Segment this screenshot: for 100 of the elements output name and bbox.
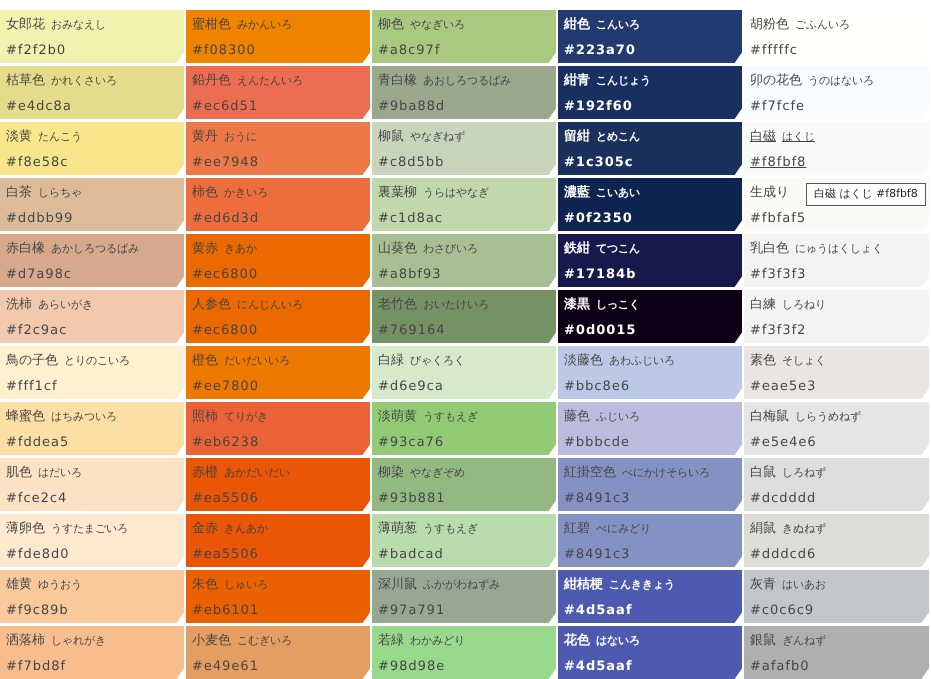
color-reading: にんじんいろ [237,297,303,313]
color-swatch[interactable]: 柿色 かきいろ #ed6d3d [186,178,370,231]
color-name: 洗柿 [6,296,32,314]
color-swatch[interactable]: 紅掛空色 べにかけそらいろ #8491c3 [558,458,742,511]
color-swatch[interactable]: 銀鼠 ぎんねず #afafb0 [744,626,929,679]
color-swatch[interactable]: 薄萌葱 うすもえぎ #badcad [372,514,556,567]
hex-code: #d7a98c [6,266,72,282]
color-swatch[interactable]: 淡萌黄 うすもえぎ #93ca76 [372,402,556,455]
color-swatch[interactable]: 蜂蜜色 はちみついろ #fddea5 [0,402,184,455]
color-name: 洒落柿 [6,632,45,650]
color-reading: とりのこいろ [64,353,130,369]
hex-code: #0f2350 [564,210,633,226]
color-swatch[interactable]: 花色 はないろ #4d5aaf [558,626,742,679]
color-swatch[interactable]: 柳染 やなぎぞめ #93b881 [372,458,556,511]
hex-code: #c1d8ac [378,210,443,226]
color-reading: こんいろ [596,17,640,33]
color-reading: しろねり [782,297,826,313]
color-swatch[interactable]: 鉄紺 てつこん #17184b [558,234,742,287]
color-swatch[interactable]: 素色 そしょく #eae5e3 [744,346,929,399]
color-swatch[interactable]: 漆黒 しっこく #0d0015 [558,290,742,343]
hex-code: #d6e9ca [378,378,444,394]
color-reading: はないろ [596,633,640,649]
color-name: 柳鼠 [378,128,404,146]
color-swatch[interactable]: 裏葉柳 うらはやなぎ #c1d8ac [372,178,556,231]
color-name: 紺色 [564,16,590,34]
color-swatch[interactable]: 白緑 びゃくろく #d6e9ca [372,346,556,399]
hex-code: #e4dc8a [6,98,72,114]
color-swatch[interactable]: 鳥の子色 とりのこいろ #fff1cf [0,346,184,399]
color-swatch[interactable]: 濃藍 こいあい #0f2350 [558,178,742,231]
color-name: 乳白色 [750,240,789,258]
color-swatch[interactable]: 枯草色 かれくさいろ #e4dc8a [0,66,184,119]
color-name: 赤橙 [192,464,218,482]
color-reading: あおしろつるばみ [423,73,511,89]
color-swatch[interactable]: 白練 しろねり #f3f3f2 [744,290,929,343]
hex-code: #17184b [564,266,636,282]
color-swatch[interactable]: 乳白色 にゅうはくしょく #f3f3f3 [744,234,929,287]
color-reading: えんたんいろ [237,73,303,89]
color-name: 胡粉色 [750,16,789,34]
color-swatch[interactable]: 留紺 とめこん #1c305c [558,122,742,175]
color-reading: きぬねず [782,521,826,537]
color-name: 女郎花 [6,16,45,34]
color-reading: こむぎいろ [237,633,292,649]
color-swatch[interactable]: 若緑 わかみどり #98d98e [372,626,556,679]
color-swatch[interactable]: 藤色 ふじいろ #bbbcde [558,402,742,455]
hex-code: #f7fcfe [750,98,806,114]
hex-code: #f8e58c [6,154,68,170]
color-swatch[interactable]: 絹鼠 きぬねず #dddcd6 [744,514,929,567]
color-name: 蜂蜜色 [6,408,45,426]
color-swatch[interactable]: 蜜柑色 みかんいろ #f08300 [186,10,370,63]
color-swatch[interactable]: 青白橡 あおしろつるばみ #9ba88d [372,66,556,119]
color-swatch[interactable]: 白鼠 しろねず #dcdddd [744,458,929,511]
color-reading: みかんいろ [237,17,292,33]
color-name: 白茶 [6,184,32,202]
color-swatch[interactable]: 洒落柿 しゃれがき #f7bd8f [0,626,184,679]
color-name: 赤白橡 [6,240,45,258]
color-reading: おうに [224,129,257,145]
color-swatch[interactable]: 白梅鼠 しらうめねず #e5e4e6 [744,402,929,455]
color-name: 黄赤 [192,240,218,258]
hex-code: #192f60 [564,98,633,114]
hex-code: #bbbcde [564,434,630,450]
color-reading: こんじょう [596,73,651,89]
color-swatch[interactable]: 雄黄 ゆうおう #f9c89b [0,570,184,623]
color-reading: かきいろ [224,185,268,201]
color-swatch[interactable]: 鉛丹色 えんたんいろ #ec6d51 [186,66,370,119]
color-swatch[interactable]: 小麦色 こむぎいろ #e49e61 [186,626,370,679]
color-swatch[interactable]: 白茶 しらちゃ #ddbb99 [0,178,184,231]
color-swatch[interactable]: 山葵色 わさびいろ #a8bf93 [372,234,556,287]
color-reading: わかみどり [410,633,465,649]
color-swatch[interactable]: 柳色 やなぎいろ #a8c97f [372,10,556,63]
color-swatch[interactable]: 卯の花色 うのはないろ #f7fcfe [744,66,929,119]
color-swatch[interactable]: 橙色 だいだいいろ #ee7800 [186,346,370,399]
color-name: 紺青 [564,72,590,90]
color-reading: はだいろ [38,465,82,481]
color-swatch[interactable]: 女郎花 おみなえし #f2f2b0 [0,10,184,63]
color-swatch[interactable]: 深川鼠 ふかがわねずみ #97a791 [372,570,556,623]
hex-code: #4d5aaf [564,602,632,618]
color-swatch[interactable]: 紺色 こんいろ #223a70 [558,10,742,63]
color-swatch[interactable]: 薄卵色 うすたまごいろ #fde8d0 [0,514,184,567]
color-reading: うらはやなぎ [423,185,489,201]
hex-code: #ee7948 [192,154,259,170]
color-reading: やなぎいろ [410,17,465,33]
color-swatch[interactable]: 赤白橡 あかしろつるばみ #d7a98c [0,234,184,287]
color-swatch[interactable]: 紺青 こんじょう #192f60 [558,66,742,119]
color-name: 雄黄 [6,576,32,594]
hex-code: #c0c6c9 [750,602,814,618]
color-swatch[interactable]: 灰青 はいあお #c0c6c9 [744,570,929,623]
color-swatch[interactable]: 白磁 はくじ #f8fbf8 [744,122,929,175]
color-swatch[interactable]: 洗柿 あらいがき #f2c9ac [0,290,184,343]
color-name: 白磁 [750,128,776,146]
color-swatch[interactable]: 紺桔梗 こんききょう #4d5aaf [558,570,742,623]
color-swatch[interactable]: 柳鼠 やなぎねず #c8d5bb [372,122,556,175]
hex-code: #8491c3 [564,546,630,562]
color-swatch[interactable]: 黄丹 おうに #ee7948 [186,122,370,175]
hex-code: #f2f2b0 [6,42,66,58]
color-swatch[interactable]: 紅碧 べにみどり #8491c3 [558,514,742,567]
hex-code: #ed6d3d [192,210,260,226]
hex-code: #223a70 [564,42,636,58]
color-swatch[interactable]: 淡黄 たんこう #f8e58c [0,122,184,175]
color-swatch[interactable]: 肌色 はだいろ #fce2c4 [0,458,184,511]
color-swatch[interactable]: 淡藤色 あわふじいろ #bbc8e6 [558,346,742,399]
